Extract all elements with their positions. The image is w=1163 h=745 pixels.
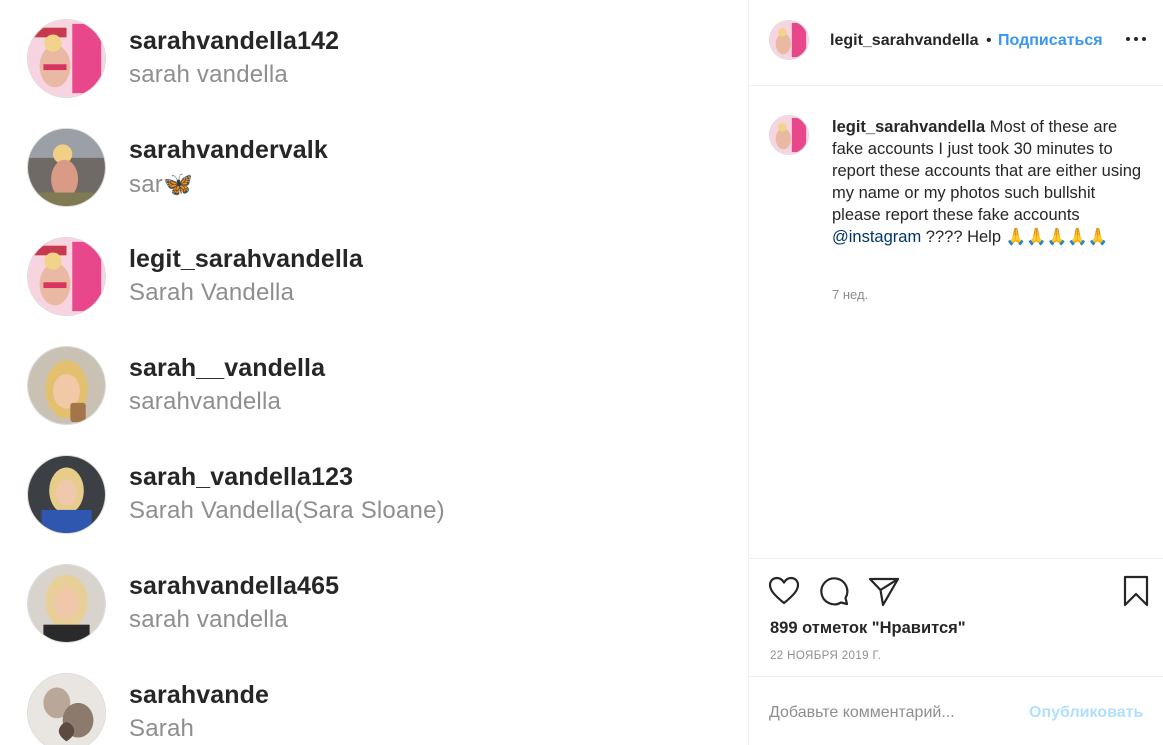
search-results-list: sarahvandella142 sarah vandella sarahvan…	[0, 0, 748, 745]
caption-text: legit_sarahvandella Most of these are fa…	[832, 116, 1142, 248]
result-username[interactable]: sarahvandervalk	[129, 136, 328, 165]
heart-icon[interactable]	[767, 574, 801, 608]
caption-body-end: ???? Help 🙏🙏🙏🙏🙏	[921, 228, 1109, 246]
comment-icon[interactable]	[817, 574, 851, 608]
comment-input[interactable]	[769, 701, 1009, 725]
caption-mention-link[interactable]: @instagram	[832, 228, 921, 246]
result-fullname: sarah vandella	[129, 61, 288, 88]
result-fullname: sar🦋	[129, 171, 194, 198]
avatar[interactable]	[27, 128, 106, 207]
result-row[interactable]: sarah_vandella123 Sarah Vandella(Sara Sl…	[0, 453, 748, 562]
result-username[interactable]: sarahvandella465	[129, 572, 339, 601]
post-header: legit_sarahvandella • Подписаться	[749, 0, 1163, 86]
result-username[interactable]: sarahvandella142	[129, 27, 339, 56]
post-panel: legit_sarahvandella • Подписаться legit_…	[748, 0, 1163, 745]
result-fullname: Sarah Vandella	[129, 279, 295, 306]
result-username[interactable]: sarahvande	[129, 681, 269, 710]
result-fullname: sarah vandella	[129, 606, 288, 633]
avatar[interactable]	[27, 564, 106, 643]
caption-username[interactable]: legit_sarahvandella	[832, 118, 985, 136]
likes-count[interactable]: 899 отметок "Нравится"	[770, 619, 966, 638]
post-caption: legit_sarahvandella Most of these are fa…	[749, 86, 1163, 558]
publish-button[interactable]: Опубликовать	[1029, 704, 1143, 722]
more-options-icon[interactable]	[1124, 28, 1148, 48]
post-date[interactable]: 22 НОЯБРЯ 2019 Г.	[770, 650, 881, 662]
header-separator: •	[986, 32, 992, 49]
author-username[interactable]: legit_sarahvandella	[830, 32, 979, 50]
post-actions: 899 отметок "Нравится" 22 НОЯБРЯ 2019 Г.	[749, 558, 1163, 676]
share-icon[interactable]	[867, 574, 901, 608]
result-row[interactable]: sarahvandella465 sarah vandella	[0, 562, 748, 671]
result-username[interactable]: legit_sarahvandella	[129, 245, 363, 274]
avatar[interactable]	[27, 455, 106, 534]
add-comment-section: Опубликовать	[749, 676, 1163, 745]
result-fullname: sarahvandella	[129, 388, 282, 415]
avatar[interactable]	[27, 346, 106, 425]
avatar[interactable]	[27, 237, 106, 316]
avatar[interactable]	[27, 673, 106, 745]
result-fullname: Sarah Vandella(Sara Sloane)	[129, 497, 445, 524]
result-row[interactable]: sarahvandella142 sarah vandella	[0, 17, 748, 126]
result-row[interactable]: legit_sarahvandella Sarah Vandella	[0, 235, 748, 344]
follow-button[interactable]: Подписаться	[998, 32, 1103, 50]
caption-author-avatar[interactable]	[769, 115, 809, 155]
caption-timestamp[interactable]: 7 нед.	[832, 287, 868, 302]
result-row[interactable]: sarahvande Sarah	[0, 671, 748, 745]
result-fullname: Sarah	[129, 715, 195, 742]
result-username[interactable]: sarah__vandella	[129, 354, 325, 383]
result-username[interactable]: sarah_vandella123	[129, 463, 353, 492]
result-row[interactable]: sarah__vandella sarahvandella	[0, 344, 748, 453]
author-avatar[interactable]	[769, 20, 809, 60]
result-row[interactable]: sarahvandervalk sar🦋	[0, 126, 748, 235]
avatar[interactable]	[27, 19, 106, 98]
bookmark-icon[interactable]	[1119, 574, 1153, 608]
